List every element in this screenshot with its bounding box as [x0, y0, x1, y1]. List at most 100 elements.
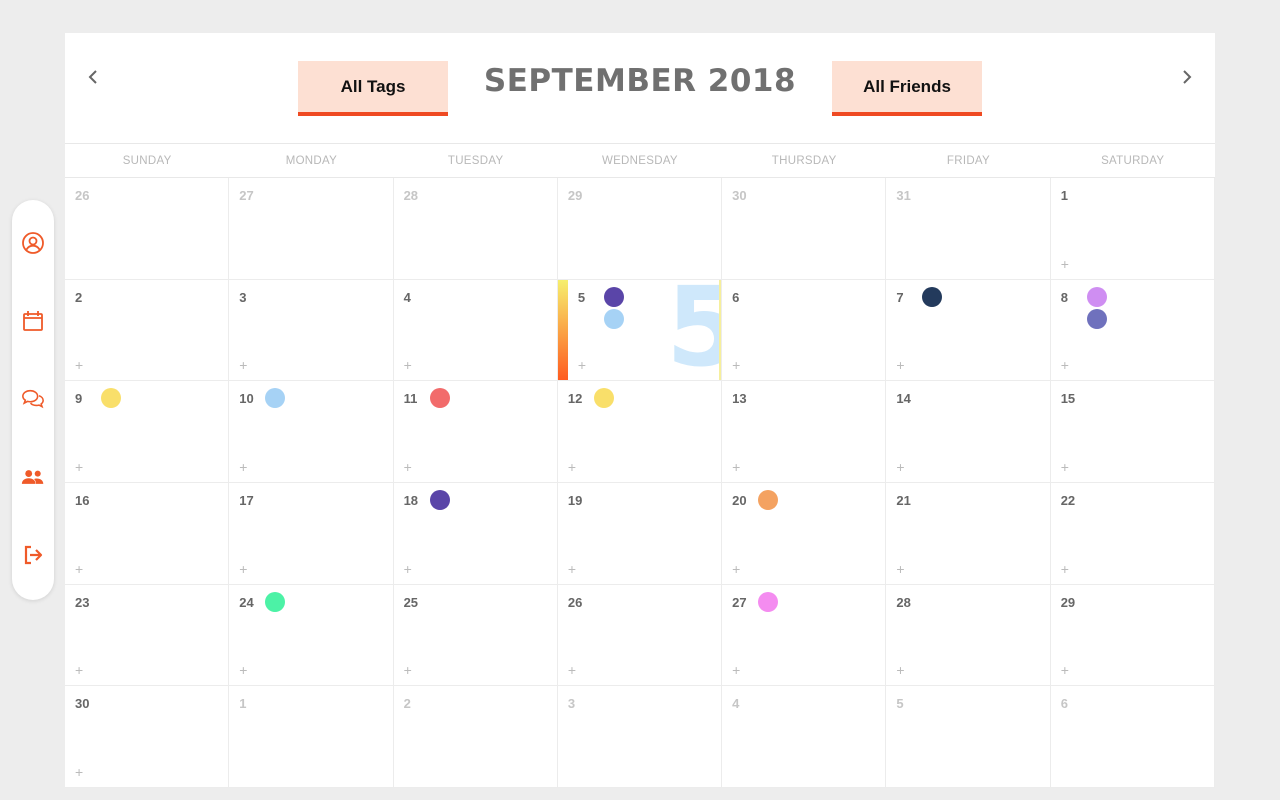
event-dot[interactable]	[265, 388, 286, 409]
user-circle-icon[interactable]	[20, 230, 46, 256]
day-cell[interactable]: 13 +	[722, 381, 887, 483]
day-cell[interactable]: 23 +	[65, 584, 230, 687]
add-event-button[interactable]: +	[1061, 460, 1069, 474]
day-cell[interactable]: 28 +	[886, 584, 1051, 687]
day-cell[interactable]: 26 +	[557, 584, 723, 687]
add-event-button[interactable]: +	[75, 358, 83, 372]
day-cell[interactable]: 30 +	[65, 686, 230, 788]
day-cell[interactable]: 20 +	[722, 483, 887, 585]
add-event-button[interactable]: +	[896, 460, 904, 474]
day-cell[interactable]: 4 +	[393, 279, 558, 382]
add-event-button[interactable]: +	[1061, 358, 1069, 372]
day-number: 5	[577, 289, 586, 305]
day-cell[interactable]: 1 +	[1050, 178, 1215, 280]
calendar-icon[interactable]	[20, 308, 46, 334]
friends-icon[interactable]	[20, 464, 46, 490]
add-event-button[interactable]: +	[896, 562, 904, 576]
day-cell[interactable]: 15 +	[1050, 381, 1215, 483]
add-event-button[interactable]: +	[75, 460, 83, 474]
day-cell[interactable]: 28	[393, 178, 558, 280]
event-dot[interactable]	[603, 308, 624, 329]
add-event-button[interactable]: +	[239, 358, 247, 372]
day-cell[interactable]: 8 +	[1050, 279, 1215, 382]
day-cell[interactable]: 17 +	[229, 483, 394, 585]
day-cell[interactable]: 1	[229, 686, 394, 788]
add-event-button[interactable]: +	[732, 460, 740, 474]
day-cell[interactable]: 19 +	[557, 483, 723, 585]
day-cell[interactable]: 3	[557, 686, 723, 788]
add-event-button[interactable]: +	[239, 562, 247, 576]
day-number: 3	[239, 289, 247, 305]
add-event-button[interactable]: +	[75, 765, 83, 779]
all-friends-button[interactable]: All Friends	[832, 61, 982, 116]
day-cell[interactable]: 7 +	[886, 279, 1051, 382]
day-cell[interactable]: 6	[1050, 686, 1215, 788]
logout-icon[interactable]	[20, 542, 46, 568]
event-dot[interactable]	[101, 388, 121, 409]
event-dot[interactable]	[429, 490, 450, 510]
day-cell[interactable]: 26	[65, 178, 230, 280]
day-cell[interactable]: 22 +	[1050, 483, 1215, 585]
day-cell[interactable]: 27	[229, 178, 394, 280]
day-cell[interactable]: 2 +	[65, 279, 230, 382]
day-cell[interactable]: 24 +	[229, 584, 394, 687]
today-indicator-bar	[557, 279, 568, 381]
day-cell[interactable]: 25 +	[393, 584, 558, 687]
event-dot[interactable]	[1086, 308, 1107, 329]
add-event-button[interactable]: +	[568, 562, 576, 576]
add-event-button[interactable]: +	[732, 663, 740, 677]
add-event-button[interactable]: +	[1061, 663, 1069, 677]
day-cell[interactable]: 14 +	[886, 381, 1051, 483]
add-event-button[interactable]: +	[578, 358, 586, 372]
day-cell[interactable]: 16 +	[65, 483, 230, 585]
day-cell[interactable]: 3 +	[229, 279, 394, 382]
add-event-button[interactable]: +	[896, 358, 904, 372]
add-event-button[interactable]: +	[404, 562, 412, 576]
event-dot[interactable]	[758, 490, 779, 510]
add-event-button[interactable]: +	[404, 358, 412, 372]
chevron-left-icon[interactable]	[83, 67, 103, 87]
day-cell[interactable]: 29 +	[1050, 584, 1215, 687]
chevron-right-icon[interactable]	[1177, 67, 1197, 87]
day-number: 17	[239, 493, 254, 508]
add-event-button[interactable]: +	[1061, 562, 1069, 576]
day-cell[interactable]: 4	[722, 686, 887, 788]
day-cell[interactable]: 6 +	[722, 279, 887, 382]
event-dot[interactable]	[922, 286, 943, 307]
day-cell[interactable]: 10 +	[229, 381, 394, 483]
day-cell[interactable]: 31	[886, 178, 1051, 280]
event-dot[interactable]	[1086, 286, 1107, 307]
add-event-button[interactable]: +	[1061, 257, 1069, 271]
add-event-button[interactable]: +	[239, 460, 247, 474]
event-dot[interactable]	[265, 591, 286, 612]
day-cell[interactable]: 29	[557, 178, 723, 280]
add-event-button[interactable]: +	[896, 663, 904, 677]
day-cell[interactable]: 21 +	[886, 483, 1051, 585]
day-cell[interactable]: 9 +	[65, 381, 230, 483]
add-event-button[interactable]: +	[568, 460, 576, 474]
add-event-button[interactable]: +	[404, 663, 412, 677]
event-dot[interactable]	[429, 388, 450, 409]
chat-bubbles-icon[interactable]	[20, 386, 46, 412]
event-dot[interactable]	[758, 591, 779, 612]
day-cell[interactable]: 18 +	[393, 483, 558, 585]
day-cell[interactable]: 12 +	[557, 381, 723, 483]
add-event-button[interactable]: +	[732, 562, 740, 576]
day-number: 15	[1060, 391, 1076, 407]
add-event-button[interactable]: +	[568, 663, 576, 677]
day-cell[interactable]: 5	[886, 686, 1051, 788]
day-cell[interactable]: 11 +	[393, 381, 558, 483]
day-cell[interactable]: 30	[722, 178, 887, 280]
add-event-button[interactable]: +	[75, 562, 83, 576]
event-dot[interactable]	[603, 286, 624, 307]
add-event-button[interactable]: +	[239, 663, 247, 677]
day-cell[interactable]: 27 +	[722, 584, 887, 687]
add-event-button[interactable]: +	[75, 663, 83, 677]
day-cell[interactable]: 2	[393, 686, 558, 788]
add-event-button[interactable]: +	[404, 460, 412, 474]
weekday-label: THURSDAY	[771, 155, 837, 167]
all-tags-button[interactable]: All Tags	[298, 61, 448, 116]
event-dot[interactable]	[593, 388, 614, 409]
add-event-button[interactable]: +	[732, 358, 740, 372]
day-cell[interactable]: 5 5 +	[557, 279, 723, 382]
